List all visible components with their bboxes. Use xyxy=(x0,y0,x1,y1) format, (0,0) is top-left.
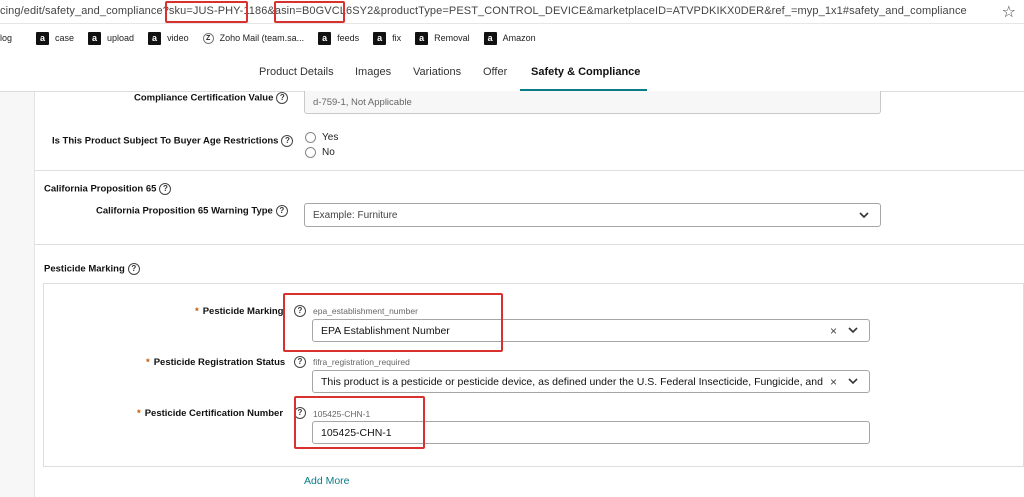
bookmark-label: log xyxy=(0,33,13,43)
tab-offer[interactable]: Offer xyxy=(483,66,507,78)
pesticide-cert-input[interactable]: 105425-CHN-1 xyxy=(312,421,870,444)
pesticide-cert-label: * Pesticide Certification Number xyxy=(137,408,284,419)
add-more-link[interactable]: Add More xyxy=(304,475,350,487)
section-divider xyxy=(35,170,1024,171)
pesticide-marking-label: * Pesticide Marking xyxy=(195,306,284,317)
required-asterisk: * xyxy=(137,408,141,419)
bookmark-fix[interactable]: a fix xyxy=(373,31,402,45)
bookmark-feeds[interactable]: a feeds xyxy=(318,31,360,45)
required-asterisk: * xyxy=(146,357,150,368)
tab-safety-compliance[interactable]: Safety & Compliance xyxy=(531,66,640,78)
bookmark-amazon[interactable]: a Amazon xyxy=(483,31,536,45)
pesticide-cert-hint: 105425-CHN-1 xyxy=(313,409,371,419)
ca-prop65-warning-label: California Proposition 65 Warning Type? xyxy=(96,205,288,217)
help-icon[interactable]: ? xyxy=(294,407,306,419)
pesticide-registration-select[interactable]: This product is a pesticide or pesticide… xyxy=(312,370,870,393)
chevron-down-icon[interactable] xyxy=(845,375,861,389)
help-icon[interactable]: ? xyxy=(275,205,288,217)
bookmark-label: case xyxy=(55,33,75,43)
ca-prop65-warning-select[interactable]: Example: Furniture xyxy=(304,203,881,227)
help-icon[interactable]: ? xyxy=(294,356,306,368)
section-divider xyxy=(35,244,1024,245)
bookmark-video[interactable]: a video xyxy=(148,31,189,45)
clear-icon[interactable]: × xyxy=(830,375,837,389)
pesticide-section-title: Pesticide Marking? xyxy=(44,263,140,275)
pesticide-marking-select[interactable]: EPA Establishment Number × xyxy=(312,319,870,342)
radio-circle[interactable] xyxy=(305,132,316,143)
bookmark-label: Removal xyxy=(434,33,470,43)
bookmark-label: fix xyxy=(392,33,402,43)
bookmark-label: video xyxy=(167,33,189,43)
age-restriction-no-radio[interactable]: No xyxy=(305,147,335,158)
bookmark-case[interactable]: a case xyxy=(36,31,75,45)
bookmark-label: Amazon xyxy=(502,33,536,43)
listing-tabs: Product Details Images Variations Offer … xyxy=(0,52,1024,92)
url-text[interactable]: cing/edit/safety_and_compliance?sku=JUS-… xyxy=(0,5,967,17)
amazon-icon: a xyxy=(483,31,497,45)
compliance-cert-input[interactable]: d-759-1, Not Applicable xyxy=(304,91,881,114)
radio-circle[interactable] xyxy=(305,147,316,158)
pesticide-marking-hint: epa_establishment_number xyxy=(313,306,418,316)
help-icon[interactable]: ? xyxy=(127,263,140,275)
tab-product-details[interactable]: Product Details xyxy=(259,66,334,78)
tab-images[interactable]: Images xyxy=(355,66,391,78)
bookmarks-bar: log a case a upload a video Z Zoho Mail … xyxy=(0,27,1024,49)
zoho-icon: Z xyxy=(202,32,214,44)
bookmark-upload[interactable]: a upload xyxy=(88,31,135,45)
help-icon[interactable]: ? xyxy=(276,92,289,104)
bookmark-star-icon[interactable]: ☆ xyxy=(1002,2,1016,22)
bookmark-label: upload xyxy=(107,33,135,43)
amazon-icon: a xyxy=(415,31,429,45)
bookmark-log[interactable]: log xyxy=(0,33,12,43)
bookmark-removal[interactable]: a Removal xyxy=(415,31,470,45)
amazon-icon: a xyxy=(148,31,162,45)
ca-prop65-section-title: California Proposition 65? xyxy=(44,183,172,195)
chevron-down-icon[interactable] xyxy=(845,324,861,338)
tab-variations[interactable]: Variations xyxy=(413,66,461,78)
pesticide-registration-label: * Pesticide Registration Status xyxy=(146,357,286,368)
left-side-strip xyxy=(0,92,35,497)
amazon-icon: a xyxy=(373,31,387,45)
compliance-cert-label: Compliance Certification Value? xyxy=(134,92,289,104)
amazon-icon: a xyxy=(88,31,102,45)
amazon-icon: a xyxy=(36,31,50,45)
help-icon[interactable]: ? xyxy=(281,135,294,147)
age-restrictions-label: Is This Product Subject To Buyer Age Res… xyxy=(52,135,294,147)
age-restriction-yes-radio[interactable]: Yes xyxy=(305,132,338,143)
help-icon[interactable]: ? xyxy=(294,305,306,317)
address-bar[interactable]: cing/edit/safety_and_compliance?sku=JUS-… xyxy=(0,0,1024,24)
clear-icon[interactable]: × xyxy=(830,324,837,338)
bookmark-label: feeds xyxy=(337,33,360,43)
bookmark-label: Zoho Mail (team.sa... xyxy=(219,33,305,43)
pesticide-registration-hint: fifra_registration_required xyxy=(313,357,410,367)
help-icon[interactable]: ? xyxy=(159,183,172,195)
amazon-icon: a xyxy=(318,31,332,45)
bookmark-zoho[interactable]: Z Zoho Mail (team.sa... xyxy=(202,32,305,44)
chevron-down-icon[interactable] xyxy=(856,208,872,222)
required-asterisk: * xyxy=(195,306,199,317)
